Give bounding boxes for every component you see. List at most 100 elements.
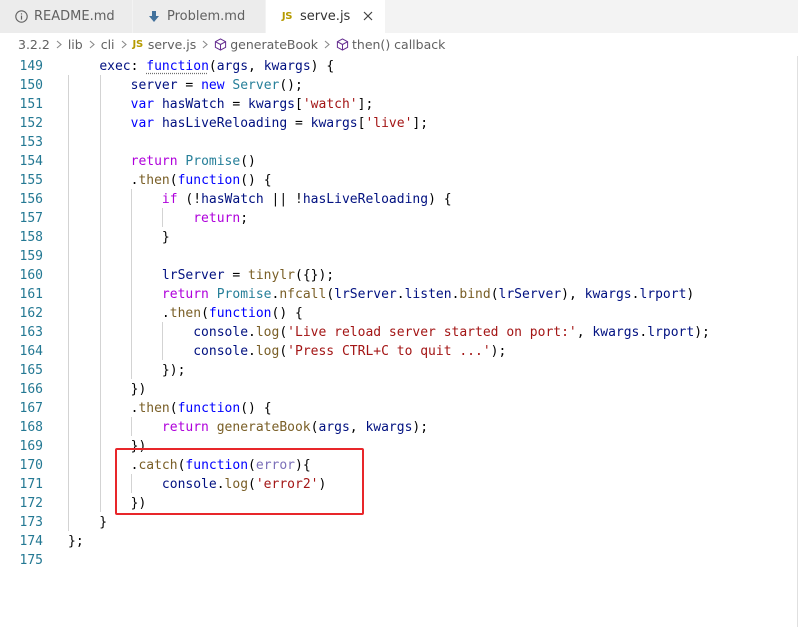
line-number: 163 [19, 325, 43, 340]
code-line[interactable]: 160 lrServer = tinylr({}); [0, 266, 798, 285]
breadcrumb-item-then-callback[interactable]: then() callback [336, 37, 445, 52]
code-token: args [318, 420, 350, 435]
code-token: Promise [185, 154, 241, 169]
code-token: kwargs [365, 420, 413, 435]
code-text[interactable]: }) [68, 380, 147, 399]
code-text[interactable]: }) [68, 494, 147, 513]
tab-readme[interactable]: README.md [0, 0, 133, 33]
code-token: }) [68, 382, 147, 397]
tab-label: serve.js [300, 9, 351, 24]
code-line[interactable]: 164 console.log('Press CTRL+C to quit ..… [0, 342, 798, 361]
code-token: then [138, 173, 170, 188]
code-text[interactable]: lrServer = tinylr({}); [68, 266, 334, 285]
code-text[interactable]: var hasWatch = kwargs['watch']; [68, 95, 374, 114]
code-line[interactable]: 165 }); [0, 361, 798, 380]
breadcrumb-item-file[interactable]: JS serve.js [133, 37, 197, 52]
code-text[interactable]: return generateBook(args, kwargs); [68, 418, 428, 437]
code-line[interactable]: 174}; [0, 532, 798, 551]
code-token: if [161, 192, 178, 207]
code-line[interactable]: 171 console.log('error2') [0, 475, 798, 494]
code-line[interactable]: 151 var hasWatch = kwargs['watch']; [0, 95, 798, 114]
code-token: (); [279, 78, 303, 93]
code-token: return [161, 420, 209, 435]
code-token: 'Live reload server started on port:' [287, 325, 577, 340]
code-line[interactable]: 161 return Promise.nfcall(lrServer.liste… [0, 285, 798, 304]
code-text[interactable]: .catch(function(error){ [68, 456, 311, 475]
code-text[interactable]: .then(function() { [68, 304, 303, 323]
tab-serve-js[interactable]: JS serve.js [266, 0, 386, 33]
code-line[interactable]: 159 [0, 247, 798, 266]
code-token: ) [686, 287, 695, 302]
code-line[interactable]: 175 [0, 551, 798, 570]
code-text[interactable]: } [68, 513, 107, 532]
code-token: () [240, 154, 256, 169]
line-number: 168 [19, 420, 43, 435]
code-line[interactable]: 150 server = new Server(); [0, 76, 798, 95]
code-line[interactable]: 167 .then(function() { [0, 399, 798, 418]
code-text[interactable]: console.log('Live reload server started … [68, 323, 710, 342]
code-line[interactable]: 153 [0, 133, 798, 152]
breadcrumb-item-lib[interactable]: lib [68, 37, 83, 52]
code-line[interactable]: 156 if (!hasWatch || !hasLiveReloading) … [0, 190, 798, 209]
code-text[interactable]: .then(function() { [68, 399, 272, 418]
code-line[interactable]: 169 }) [0, 437, 798, 456]
code-line[interactable]: 170 .catch(function(error){ [0, 456, 798, 475]
code-line[interactable]: 163 console.log('Live reload server star… [0, 323, 798, 342]
code-text[interactable]: console.log('Press CTRL+C to quit ...'); [68, 342, 506, 361]
breadcrumb-item-version[interactable]: 3.2.2 [18, 37, 50, 52]
code-line[interactable]: 152 var hasLiveReloading = kwargs['live'… [0, 114, 798, 133]
line-number: 157 [19, 211, 43, 226]
code-text[interactable]: }) [68, 437, 147, 456]
code-line[interactable]: 162 .then(function() { [0, 304, 798, 323]
code-editor[interactable]: 149 exec: function(args, kwargs) {150 se… [0, 56, 798, 627]
code-text[interactable]: } [68, 228, 170, 247]
code-text[interactable]: if (!hasWatch || !hasLiveReloading) { [68, 190, 452, 209]
breadcrumb-item-cli[interactable]: cli [101, 37, 115, 52]
close-icon[interactable] [361, 9, 375, 23]
breadcrumb-item-generatebook[interactable]: generateBook [214, 37, 318, 52]
line-number: 167 [19, 401, 43, 416]
code-text[interactable]: }); [68, 361, 186, 380]
code-line[interactable]: 172 }) [0, 494, 798, 513]
code-line[interactable]: 149 exec: function(args, kwargs) { [0, 57, 798, 76]
code-token: ]; [412, 116, 429, 131]
code-text[interactable]: return Promise() [68, 152, 256, 171]
code-line[interactable]: 173 } [0, 513, 798, 532]
code-text[interactable]: return Promise.nfcall(lrServer.listen.bi… [68, 285, 694, 304]
code-token: lrServer [498, 287, 562, 302]
code-line[interactable]: 166 }) [0, 380, 798, 399]
code-line[interactable]: 168 return generateBook(args, kwargs); [0, 418, 798, 437]
code-token: return [130, 154, 178, 169]
code-token: [ [295, 97, 303, 112]
code-token: new [201, 78, 225, 93]
code-token: }); [68, 363, 186, 378]
code-text[interactable]: console.log('error2') [68, 475, 326, 494]
code-line[interactable]: 157 return; [0, 209, 798, 228]
code-token: Promise [216, 287, 272, 302]
tab-problem[interactable]: Problem.md [133, 0, 266, 33]
code-token: kwargs [584, 287, 632, 302]
line-number: 156 [19, 192, 43, 207]
code-token: . [68, 458, 139, 473]
code-token: ); [490, 344, 507, 359]
code-token: function [146, 59, 209, 74]
code-text[interactable]: .then(function() { [68, 171, 272, 190]
code-token: , [576, 325, 593, 340]
code-text[interactable]: }; [68, 532, 84, 551]
code-token: hasLiveReloading [161, 116, 288, 131]
code-text[interactable]: server = new Server(); [68, 76, 303, 95]
code-text[interactable]: exec: function(args, kwargs) { [68, 57, 334, 76]
code-text[interactable]: var hasLiveReloading = kwargs['live']; [68, 114, 428, 133]
line-number: 153 [19, 135, 43, 150]
code-line[interactable]: 154 return Promise() [0, 152, 798, 171]
tab-label: README.md [34, 9, 115, 24]
method-cube-icon [214, 37, 227, 51]
line-number: 170 [19, 458, 43, 473]
code-text[interactable]: return; [68, 209, 248, 228]
code-line[interactable]: 155 .then(function() { [0, 171, 798, 190]
code-line[interactable]: 158 } [0, 228, 798, 247]
